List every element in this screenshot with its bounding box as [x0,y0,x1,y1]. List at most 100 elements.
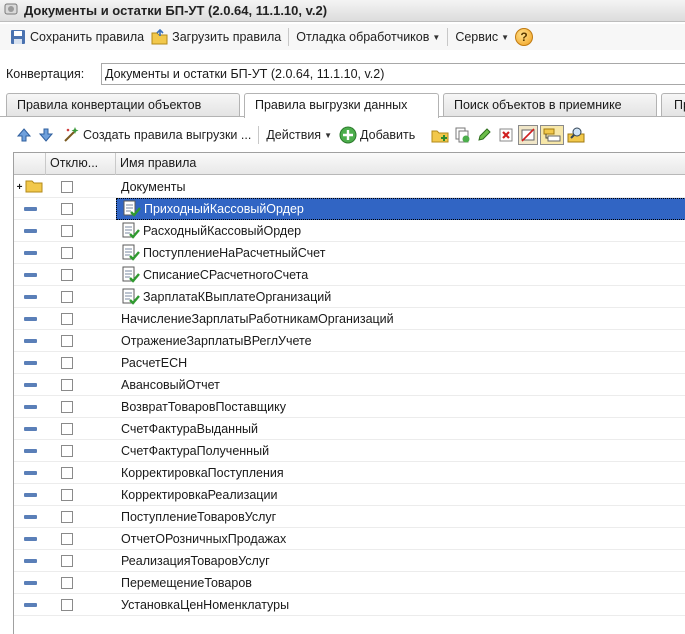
row-disabled-cell [46,396,116,418]
disabled-checkbox[interactable] [61,247,73,259]
rule-item-icon [23,339,37,343]
load-rules-button[interactable]: Загрузить правила [147,26,284,48]
disabled-checkbox[interactable] [61,423,73,435]
rule-item-icon [23,493,37,497]
table-row[interactable]: ВозвратТоваровПоставщику [14,396,685,418]
disabled-checkbox[interactable] [61,181,73,193]
table-row[interactable]: РасходныйКассовыйОрдер [14,220,685,242]
rule-name-cell[interactable]: НачислениеЗарплатыРаботникамОрганизаций [116,308,685,330]
disabled-checkbox[interactable] [61,313,73,325]
rule-name-cell[interactable]: ОтражениеЗарплатыВРеглУчете [116,330,685,352]
row-disabled-cell [46,506,116,528]
disabled-checkbox[interactable] [61,203,73,215]
rule-name-cell[interactable]: УстановкаЦенНоменклатуры [116,594,685,616]
service-menu[interactable]: Сервис ▼ [452,26,512,48]
copy-icon[interactable] [452,125,472,145]
disabled-checkbox[interactable] [61,335,73,347]
edit-pencil-icon[interactable] [474,125,494,145]
table-row[interactable]: ОтражениеЗарплатыВРеглУчете [14,330,685,352]
create-export-rules-button[interactable]: Создать правила выгрузки ... [58,124,254,146]
table-row[interactable]: ПоступлениеНаРасчетныйСчет [14,242,685,264]
rule-name-cell[interactable]: РасчетЕСН [116,352,685,374]
rule-name-cell[interactable]: СписаниеСРасчетногоСчета [116,264,685,286]
header-rule-name[interactable]: Имя правила [116,153,685,175]
rule-name-cell[interactable]: РеализацияТоваровУслуг [116,550,685,572]
rule-name-cell[interactable]: ПеремещениеТоваров [116,572,685,594]
disabled-checkbox[interactable] [61,555,73,567]
toolbar-separator [447,28,449,46]
disabled-checkbox[interactable] [61,511,73,523]
disabled-checkbox[interactable] [61,577,73,589]
hierarchy-view-icon[interactable] [540,125,565,145]
row-status-cell [14,440,46,462]
debug-handlers-menu[interactable]: Отладка обработчиков ▼ [293,26,443,48]
table-row[interactable]: АвансовыйОтчет [14,374,685,396]
rule-name-cell[interactable]: АвансовыйОтчет [116,374,685,396]
table-row[interactable]: СписаниеСРасчетногоСчета [14,264,685,286]
rule-name-cell[interactable]: ПоступлениеТоваровУслуг [116,506,685,528]
disabled-checkbox[interactable] [61,599,73,611]
rule-item-icon [23,405,37,409]
disabled-checkbox[interactable] [61,269,73,281]
group-row[interactable]: + Документы [14,176,685,198]
table-row[interactable]: ПриходныйКассовыйОрдер [14,198,685,220]
search-rule-icon[interactable] [566,125,586,145]
table-row[interactable]: СчетФактураПолученный [14,440,685,462]
row-disabled-cell [46,462,116,484]
conversion-field[interactable]: Документы и остатки БП-УТ (2.0.64, 11.1.… [101,63,685,85]
table-row[interactable]: ЗарплатаКВыплатеОрганизаций [14,286,685,308]
expand-icon[interactable]: + [17,182,23,193]
disable-rule-icon[interactable] [518,125,539,145]
table-row[interactable]: НачислениеЗарплатыРаботникамОрганизаций [14,308,685,330]
table-row[interactable]: ПеремещениеТоваров [14,572,685,594]
header-disabled[interactable]: Отклю... [46,153,116,175]
table-row[interactable]: ПоступлениеТоваровУслуг [14,506,685,528]
rule-name-cell[interactable]: СчетФактураПолученный [116,440,685,462]
rule-name-label: ОтчетОРозничныхПродажах [121,532,287,546]
disabled-checkbox[interactable] [61,467,73,479]
disabled-checkbox[interactable] [61,533,73,545]
rule-name-cell[interactable]: СчетФактураВыданный [116,418,685,440]
add-button[interactable]: Добавить [335,124,418,146]
row-disabled-cell [46,550,116,572]
table-row[interactable]: РасчетЕСН [14,352,685,374]
table-row[interactable]: КорректировкаПоступления [14,462,685,484]
help-button[interactable]: ? [512,26,536,48]
disabled-checkbox[interactable] [61,291,73,303]
rule-name-cell[interactable]: ОтчетОРозничныхПродажах [116,528,685,550]
rule-name-cell[interactable]: ПоступлениеНаРасчетныйСчет [116,242,685,264]
add-folder-icon[interactable] [430,125,450,145]
delete-icon[interactable] [496,125,516,145]
rule-name-cell[interactable]: ЗарплатаКВыплатеОрганизаций [116,286,685,308]
magic-wand-icon [61,125,81,145]
table-row[interactable]: КорректировкаРеализации [14,484,685,506]
rule-name-cell[interactable]: КорректировкаПоступления [116,462,685,484]
tab-data-export-rules[interactable]: Правила выгрузки данных [244,93,439,118]
rule-name-cell[interactable]: РасходныйКассовыйОрдер [116,220,685,242]
disabled-checkbox[interactable] [61,379,73,391]
tab-overflow[interactable]: Пр [661,93,685,117]
table-row[interactable]: СчетФактураВыданный [14,418,685,440]
save-rules-button[interactable]: Сохранить правила [5,26,147,48]
disabled-checkbox[interactable] [61,357,73,369]
rule-item-icon [23,383,37,387]
disabled-checkbox[interactable] [61,445,73,457]
rule-item-icon [23,427,37,431]
rule-name-cell[interactable]: ПриходныйКассовыйОрдер [116,198,685,220]
rule-name-label: РеализацияТоваровУслуг [121,554,270,568]
row-status-cell [14,462,46,484]
table-row[interactable]: ОтчетОРозничныхПродажах [14,528,685,550]
disabled-checkbox[interactable] [61,401,73,413]
move-up-icon[interactable] [14,125,34,145]
move-down-icon[interactable] [36,125,56,145]
tab-object-conversion-rules[interactable]: Правила конвертации объектов [6,93,240,117]
rule-name-cell[interactable]: ВозвратТоваровПоставщику [116,396,685,418]
disabled-checkbox[interactable] [61,489,73,501]
conversion-row: Конвертация: Документы и остатки БП-УТ (… [0,62,685,86]
actions-menu[interactable]: Действия ▼ [263,124,335,146]
disabled-checkbox[interactable] [61,225,73,237]
table-row[interactable]: УстановкаЦенНоменклатуры [14,594,685,616]
tab-object-search-in-receiver[interactable]: Поиск объектов в приемнике [443,93,657,117]
rule-name-cell[interactable]: КорректировкаРеализации [116,484,685,506]
table-row[interactable]: РеализацияТоваровУслуг [14,550,685,572]
